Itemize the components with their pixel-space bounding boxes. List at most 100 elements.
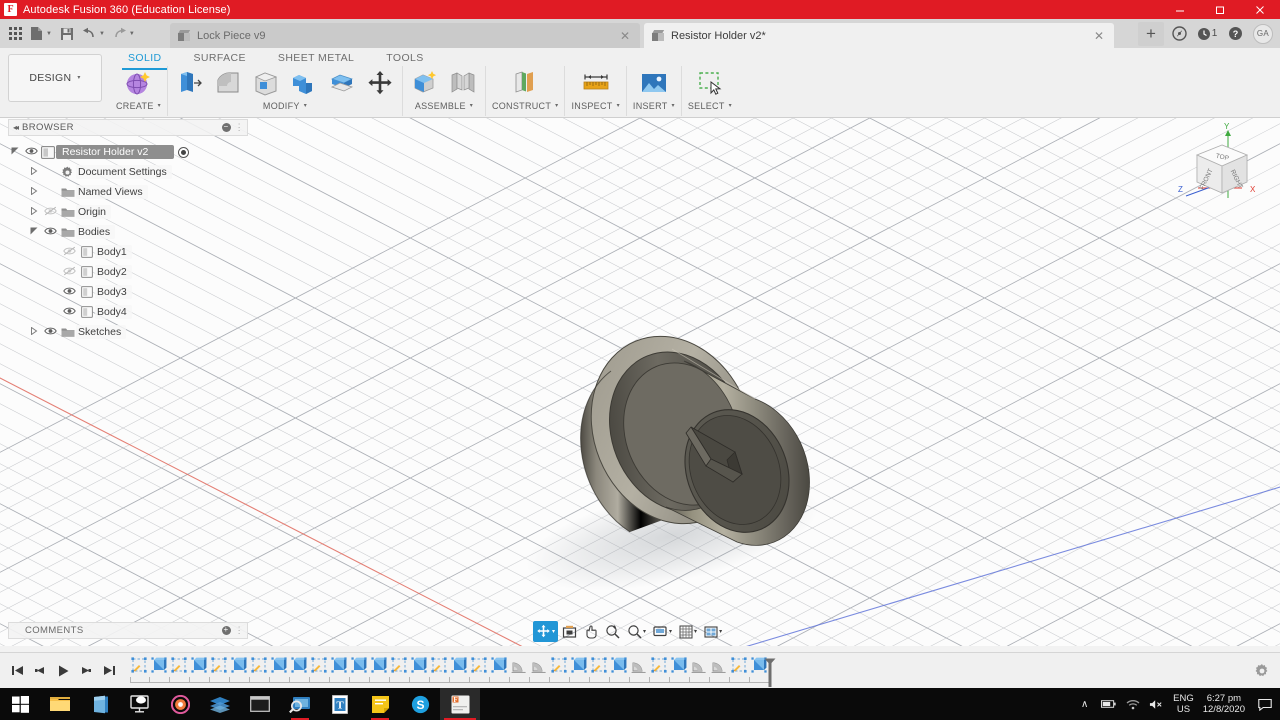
browser-collapse-icon[interactable]: ◂◂	[13, 123, 19, 132]
jump-start-icon[interactable]	[10, 663, 24, 679]
notifications-icon[interactable]: 1	[1194, 22, 1220, 46]
ribbon-panel-construct-label[interactable]: CONSTRUCT ▾	[492, 101, 559, 111]
display-settings-icon[interactable]: ▾	[650, 621, 675, 642]
document-tab-close-icon[interactable]: ✕	[618, 29, 632, 43]
workspace-selector[interactable]: DESIGN ▾	[8, 54, 102, 102]
shell-icon[interactable]	[250, 67, 282, 99]
look-at-icon[interactable]	[559, 621, 580, 642]
visibility-toggle-icon[interactable]	[60, 246, 78, 259]
ribbon-panel-insert-label[interactable]: INSERT ▾	[633, 101, 675, 111]
timeline-feature-extrude[interactable]	[670, 656, 690, 678]
search-tool-icon[interactable]	[280, 688, 320, 720]
maximize-button[interactable]	[1200, 0, 1240, 19]
visibility-toggle-icon[interactable]	[60, 286, 78, 299]
timeline-feature-extrude[interactable]	[270, 656, 290, 678]
timeline-feature-sketch[interactable]	[210, 656, 230, 678]
close-button[interactable]	[1240, 0, 1280, 19]
timeline-feature-revolve[interactable]	[530, 656, 550, 678]
timeline-feature-revolve[interactable]	[690, 656, 710, 678]
twisty-open-icon[interactable]	[8, 147, 22, 157]
timeline-feature-extrude[interactable]	[490, 656, 510, 678]
timeline-feature-extrude[interactable]	[350, 656, 370, 678]
comments-add-icon[interactable]: +	[221, 626, 231, 635]
comments-resize-grip[interactable]: ⋮	[235, 625, 244, 636]
battery-icon[interactable]	[1101, 699, 1116, 709]
timeline-feature-sketch[interactable]	[730, 656, 750, 678]
avatar[interactable]: GA	[1250, 22, 1276, 46]
measure-icon[interactable]	[580, 67, 612, 99]
create-sphere-icon[interactable]	[122, 67, 154, 99]
timeline-feature-revolve[interactable]	[630, 656, 650, 678]
document-tab-close-icon[interactable]: ✕	[1092, 29, 1106, 43]
timeline-feature-sketch[interactable]	[390, 656, 410, 678]
timeline-feature-sketch[interactable]	[430, 656, 450, 678]
tree-item-sketches[interactable]: Sketches	[8, 322, 238, 342]
minimize-button[interactable]	[1160, 0, 1200, 19]
text-editor-icon[interactable]: T	[320, 688, 360, 720]
document-tab-lock-piece[interactable]: Lock Piece v9 ✕	[170, 23, 640, 48]
tree-item-body1[interactable]: Body1	[8, 242, 238, 262]
fillet-icon[interactable]	[212, 67, 244, 99]
fusion360-icon[interactable]: F	[440, 688, 480, 720]
ribbon-panel-modify-label[interactable]: MODIFY ▾	[263, 101, 307, 111]
tree-item-resistor-holder-v2[interactable]: Resistor Holder v2	[8, 142, 238, 162]
activate-component-radio[interactable]	[178, 146, 190, 158]
twisty-open-icon[interactable]	[27, 227, 41, 237]
tree-item-body2[interactable]: Body2	[8, 262, 238, 282]
ribbon-panel-assemble-label[interactable]: ASSEMBLE ▾	[415, 101, 473, 111]
new-tab-button[interactable]: +	[1138, 21, 1164, 46]
ribbon-panel-create-label[interactable]: CREATE ▾	[116, 101, 161, 111]
ribbon-panel-inspect-label[interactable]: INSPECT ▾	[571, 101, 619, 111]
tree-item-origin[interactable]: Origin	[8, 202, 238, 222]
timeline-feature-revolve[interactable]	[710, 656, 730, 678]
twisty-closed-icon[interactable]	[27, 206, 41, 217]
new-component-icon[interactable]	[409, 67, 441, 99]
timeline-feature-extrude[interactable]	[290, 656, 310, 678]
timeline-feature-extrude[interactable]	[610, 656, 630, 678]
combine-icon[interactable]	[288, 67, 320, 99]
select-window-icon[interactable]	[694, 67, 726, 99]
extensions-icon[interactable]	[1166, 22, 1192, 46]
visibility-toggle-icon[interactable]	[60, 266, 78, 279]
split-body-icon[interactable]	[326, 67, 358, 99]
timeline-feature-extrude[interactable]	[450, 656, 470, 678]
step-forward-icon[interactable]	[79, 663, 93, 679]
visibility-toggle-icon[interactable]	[41, 206, 59, 219]
ribbon-panel-select-label[interactable]: SELECT ▾	[688, 101, 732, 111]
twisty-closed-icon[interactable]	[27, 166, 41, 177]
offset-plane-icon[interactable]	[509, 67, 541, 99]
tray-chevron-icon[interactable]: ∧	[1077, 699, 1092, 710]
tree-item-named-views[interactable]: Named Views	[8, 182, 238, 202]
orbit-icon[interactable]: ▾	[533, 621, 559, 642]
play-icon[interactable]	[56, 663, 70, 679]
timeline-feature-sketch[interactable]	[250, 656, 270, 678]
press-pull-icon[interactable]	[174, 67, 206, 99]
start-button[interactable]	[0, 688, 40, 720]
jump-end-icon[interactable]	[102, 663, 116, 679]
notification-icon[interactable]	[1254, 698, 1276, 711]
timeline-feature-revolve[interactable]	[510, 656, 530, 678]
tree-item-bodies[interactable]: Bodies	[8, 222, 238, 242]
visibility-toggle-icon[interactable]	[22, 146, 40, 159]
timeline-feature-extrude[interactable]	[410, 656, 430, 678]
timeline-feature-extrude[interactable]	[230, 656, 250, 678]
timeline-track[interactable]	[130, 656, 776, 687]
timeline-feature-sketch[interactable]	[310, 656, 330, 678]
twisty-closed-icon[interactable]	[27, 326, 41, 337]
timeline-feature-sketch[interactable]	[550, 656, 570, 678]
timeline-feature-sketch[interactable]	[130, 656, 150, 678]
timeline-feature-sketch[interactable]	[470, 656, 490, 678]
grid-snaps-icon[interactable]: ▾	[676, 621, 700, 642]
viewports-icon[interactable]: ▾	[701, 621, 725, 642]
timeline-settings-gear-icon[interactable]	[1254, 663, 1270, 679]
timeline-feature-extrude[interactable]	[150, 656, 170, 678]
visibility-toggle-icon[interactable]	[60, 306, 78, 319]
pan-icon[interactable]	[581, 621, 601, 642]
zoom-fit-icon[interactable]: ▾	[624, 621, 649, 642]
wifi-icon[interactable]	[1125, 699, 1140, 710]
visibility-toggle-icon[interactable]	[41, 326, 59, 339]
move-copy-icon[interactable]	[364, 67, 396, 99]
cloud-app-icon[interactable]	[120, 688, 160, 720]
timeline-feature-extrude[interactable]	[190, 656, 210, 678]
terminal-icon[interactable]	[240, 688, 280, 720]
